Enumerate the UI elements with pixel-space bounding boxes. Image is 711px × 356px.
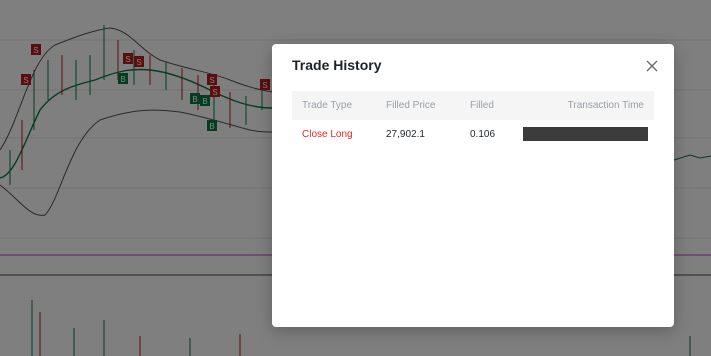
header-transaction-time: Transaction Time: [567, 100, 644, 111]
close-icon: [646, 60, 658, 72]
trade-history-table: Trade Type Filled Price Filled Transacti…: [292, 91, 654, 149]
filled-price-cell: 27,902.1: [386, 129, 425, 140]
trade-history-dialog: Trade History Trade Type Filled Price Fi…: [272, 44, 674, 327]
trade-type-cell: Close Long: [302, 129, 353, 140]
close-button[interactable]: [642, 56, 662, 76]
transaction-time-redacted: [523, 127, 648, 141]
dialog-title: Trade History: [292, 57, 382, 73]
table-header: Trade Type Filled Price Filled Transacti…: [292, 91, 654, 120]
table-row: Close Long 27,902.1 0.106: [292, 120, 654, 149]
header-trade-type: Trade Type: [302, 100, 353, 111]
header-filled-price: Filled Price: [386, 100, 436, 111]
header-filled: Filled: [470, 100, 494, 111]
filled-cell: 0.106: [470, 129, 496, 140]
